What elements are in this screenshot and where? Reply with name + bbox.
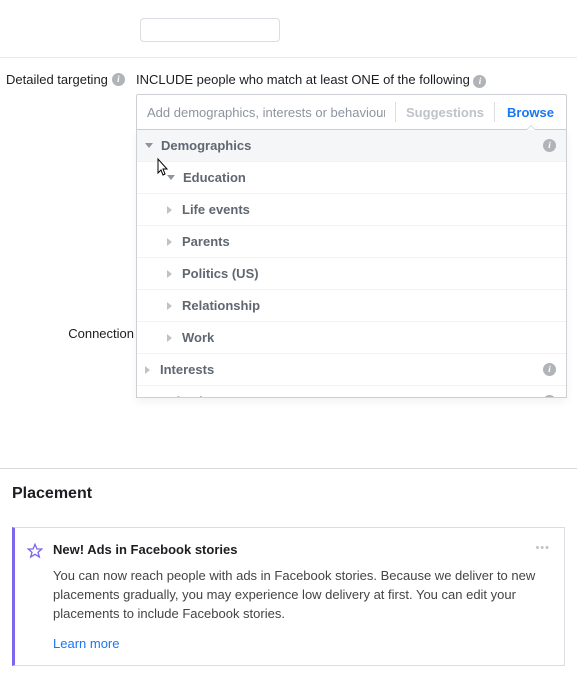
targeting-search-row: Suggestions Browse (136, 94, 567, 130)
preceding-input-stub[interactable] (140, 18, 280, 42)
placement-section: Placement New! Ads in Facebook stories Y… (0, 469, 577, 682)
category-label: Demographics (161, 138, 251, 153)
category-row-parents[interactable]: Parents (137, 226, 566, 258)
suggestions-button[interactable]: Suggestions (396, 105, 494, 120)
category-row-work[interactable]: Work (137, 322, 566, 354)
category-label: Education (183, 170, 246, 185)
category-label: Life events (182, 202, 250, 217)
callout-body: New! Ads in Facebook stories You can now… (53, 542, 548, 651)
learn-more-link[interactable]: Learn more (53, 636, 119, 651)
callout-title: New! Ads in Facebook stories (53, 542, 548, 557)
chevron-right-icon (167, 238, 172, 246)
chevron-down-icon (167, 175, 175, 180)
category-row-politics-us-[interactable]: Politics (US) (137, 258, 566, 290)
browse-label: Browse (507, 105, 554, 120)
chevron-right-icon (145, 366, 150, 374)
field-label-wrap: Detailed targeting i (6, 72, 136, 87)
category-row-relationship[interactable]: Relationship (137, 290, 566, 322)
chevron-right-icon (167, 206, 172, 214)
browse-button[interactable]: Browse (495, 105, 566, 120)
star-icon (27, 543, 43, 559)
info-icon[interactable]: i (543, 395, 556, 398)
targeting-browse-dropdown: Demographics i Education Life events Parents… (136, 130, 567, 398)
detailed-targeting-label: Detailed targeting (6, 72, 108, 87)
targeting-right-col: INCLUDE people who match at least ONE of… (136, 72, 567, 398)
info-icon[interactable]: i (112, 73, 125, 86)
top-divider (0, 30, 577, 58)
category-label: Work (182, 330, 214, 345)
category-row-behaviours[interactable]: Behaviours i (137, 386, 566, 398)
category-label: Behaviours (160, 394, 231, 398)
info-icon[interactable]: i (543, 363, 556, 376)
chevron-down-icon (145, 143, 153, 148)
chevron-right-icon (167, 270, 172, 278)
category-row-education[interactable]: Education (137, 162, 566, 194)
info-icon[interactable]: i (473, 75, 486, 88)
info-icon[interactable]: i (543, 139, 556, 152)
chevron-right-icon (145, 398, 150, 399)
category-label: Parents (182, 234, 230, 249)
category-label: Relationship (182, 298, 260, 313)
callout-text: You can now reach people with ads in Fac… (53, 567, 548, 624)
chevron-right-icon (167, 334, 172, 342)
placement-header: Placement (12, 485, 565, 503)
targeting-search-input[interactable] (137, 95, 395, 129)
include-description: INCLUDE people who match at least ONE of… (136, 72, 567, 88)
detailed-targeting-section: Detailed targeting i INCLUDE people who … (0, 58, 577, 398)
category-label: Politics (US) (182, 266, 259, 281)
category-label: Interests (160, 362, 214, 377)
connections-label: Connection (6, 326, 134, 341)
stories-callout: New! Ads in Facebook stories You can now… (12, 527, 565, 666)
include-text: INCLUDE people who match at least ONE of… (136, 72, 470, 87)
chevron-right-icon (167, 302, 172, 310)
category-row-demographics[interactable]: Demographics i (137, 130, 566, 162)
category-row-life-events[interactable]: Life events (137, 194, 566, 226)
more-options-icon[interactable]: ••• (535, 542, 550, 554)
category-row-interests[interactable]: Interests i (137, 354, 566, 386)
